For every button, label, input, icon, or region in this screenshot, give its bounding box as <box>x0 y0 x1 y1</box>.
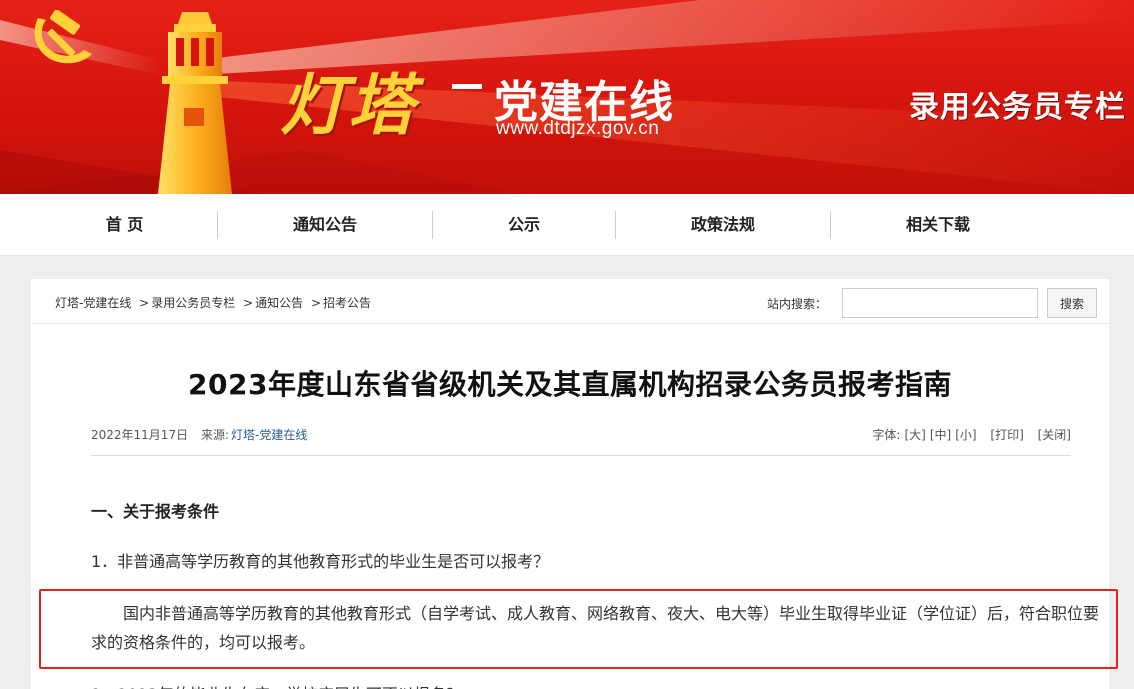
breadcrumb: 灯塔-党建在线 > 录用公务员专栏 > 通知公告 > 招考公告 <box>55 294 371 311</box>
header-banner: 灯塔 党建在线 www.dtdjzx.gov.cn 录用公务员专栏 <box>0 0 1134 194</box>
main-nav: 首 页 通知公告 公示 政策法规 相关下载 <box>0 194 1134 256</box>
article-meta: 2022年11月17日 来源: 灯塔-党建在线 字体: [大] [中] [小] [打印… <box>91 426 1071 456</box>
source-link[interactable]: 灯塔-党建在线 <box>231 426 307 443</box>
question-2: 2．2023年的毕业生在应…学校应届生可否以报名？ <box>91 681 462 689</box>
section-heading: 一、关于报考条件 <box>91 502 220 521</box>
breadcrumb-item-notices[interactable]: 通知公告 <box>255 296 303 310</box>
column-title: 录用公务员专栏 <box>909 90 1126 125</box>
nav-item-publicity[interactable]: 公示 <box>433 194 615 256</box>
breadcrumb-separator: > <box>243 296 254 310</box>
breadcrumb-bar: 灯塔-党建在线 > 录用公务员专栏 > 通知公告 > 招考公告 站内搜索： 搜索 <box>31 279 1109 324</box>
lighthouse-icon <box>158 12 232 194</box>
question-1: 1．非普通高等学历教育的其他教育形式的毕业生是否可以报考？ <box>91 552 550 571</box>
breadcrumb-separator: > <box>139 296 150 310</box>
breadcrumb-item-column[interactable]: 录用公务员专栏 <box>151 296 235 310</box>
print-button[interactable]: [打印] <box>990 428 1023 442</box>
nav-item-downloads[interactable]: 相关下载 <box>831 194 1045 256</box>
font-small-button[interactable]: [小] <box>955 428 976 442</box>
font-medium-button[interactable]: [中] <box>930 428 951 442</box>
party-emblem-icon <box>34 10 92 64</box>
close-button[interactable]: [关闭] <box>1038 428 1071 442</box>
nav-item-notices[interactable]: 通知公告 <box>218 194 432 256</box>
breadcrumb-item-home[interactable]: 灯塔-党建在线 <box>55 296 131 310</box>
font-size-label: 字体: <box>872 428 901 442</box>
logo-calligraphy: 灯塔 <box>280 66 416 144</box>
search-input[interactable] <box>842 288 1038 318</box>
article-tools: 字体: [大] [中] [小] [打印] [关闭] <box>868 426 1071 443</box>
publish-date: 2022年11月17日 <box>91 428 189 442</box>
nav-item-home[interactable]: 首 页 <box>32 194 217 256</box>
font-large-button[interactable]: [大] <box>904 428 925 442</box>
nav-item-policies[interactable]: 政策法规 <box>616 194 830 256</box>
breadcrumb-separator: > <box>310 296 322 310</box>
source-label: 来源: <box>201 428 230 442</box>
logo-dash <box>452 84 482 89</box>
article-title: 2023年度山东省省级机关及其直属机构招录公务员报考指南 <box>188 368 952 401</box>
breadcrumb-item-recruitment[interactable]: 招考公告 <box>323 296 371 310</box>
logo-url: www.dtdjzx.gov.cn <box>496 118 660 139</box>
search-button[interactable]: 搜索 <box>1047 288 1097 318</box>
search-label: 站内搜索： <box>767 297 828 311</box>
highlight-box <box>39 589 1118 669</box>
